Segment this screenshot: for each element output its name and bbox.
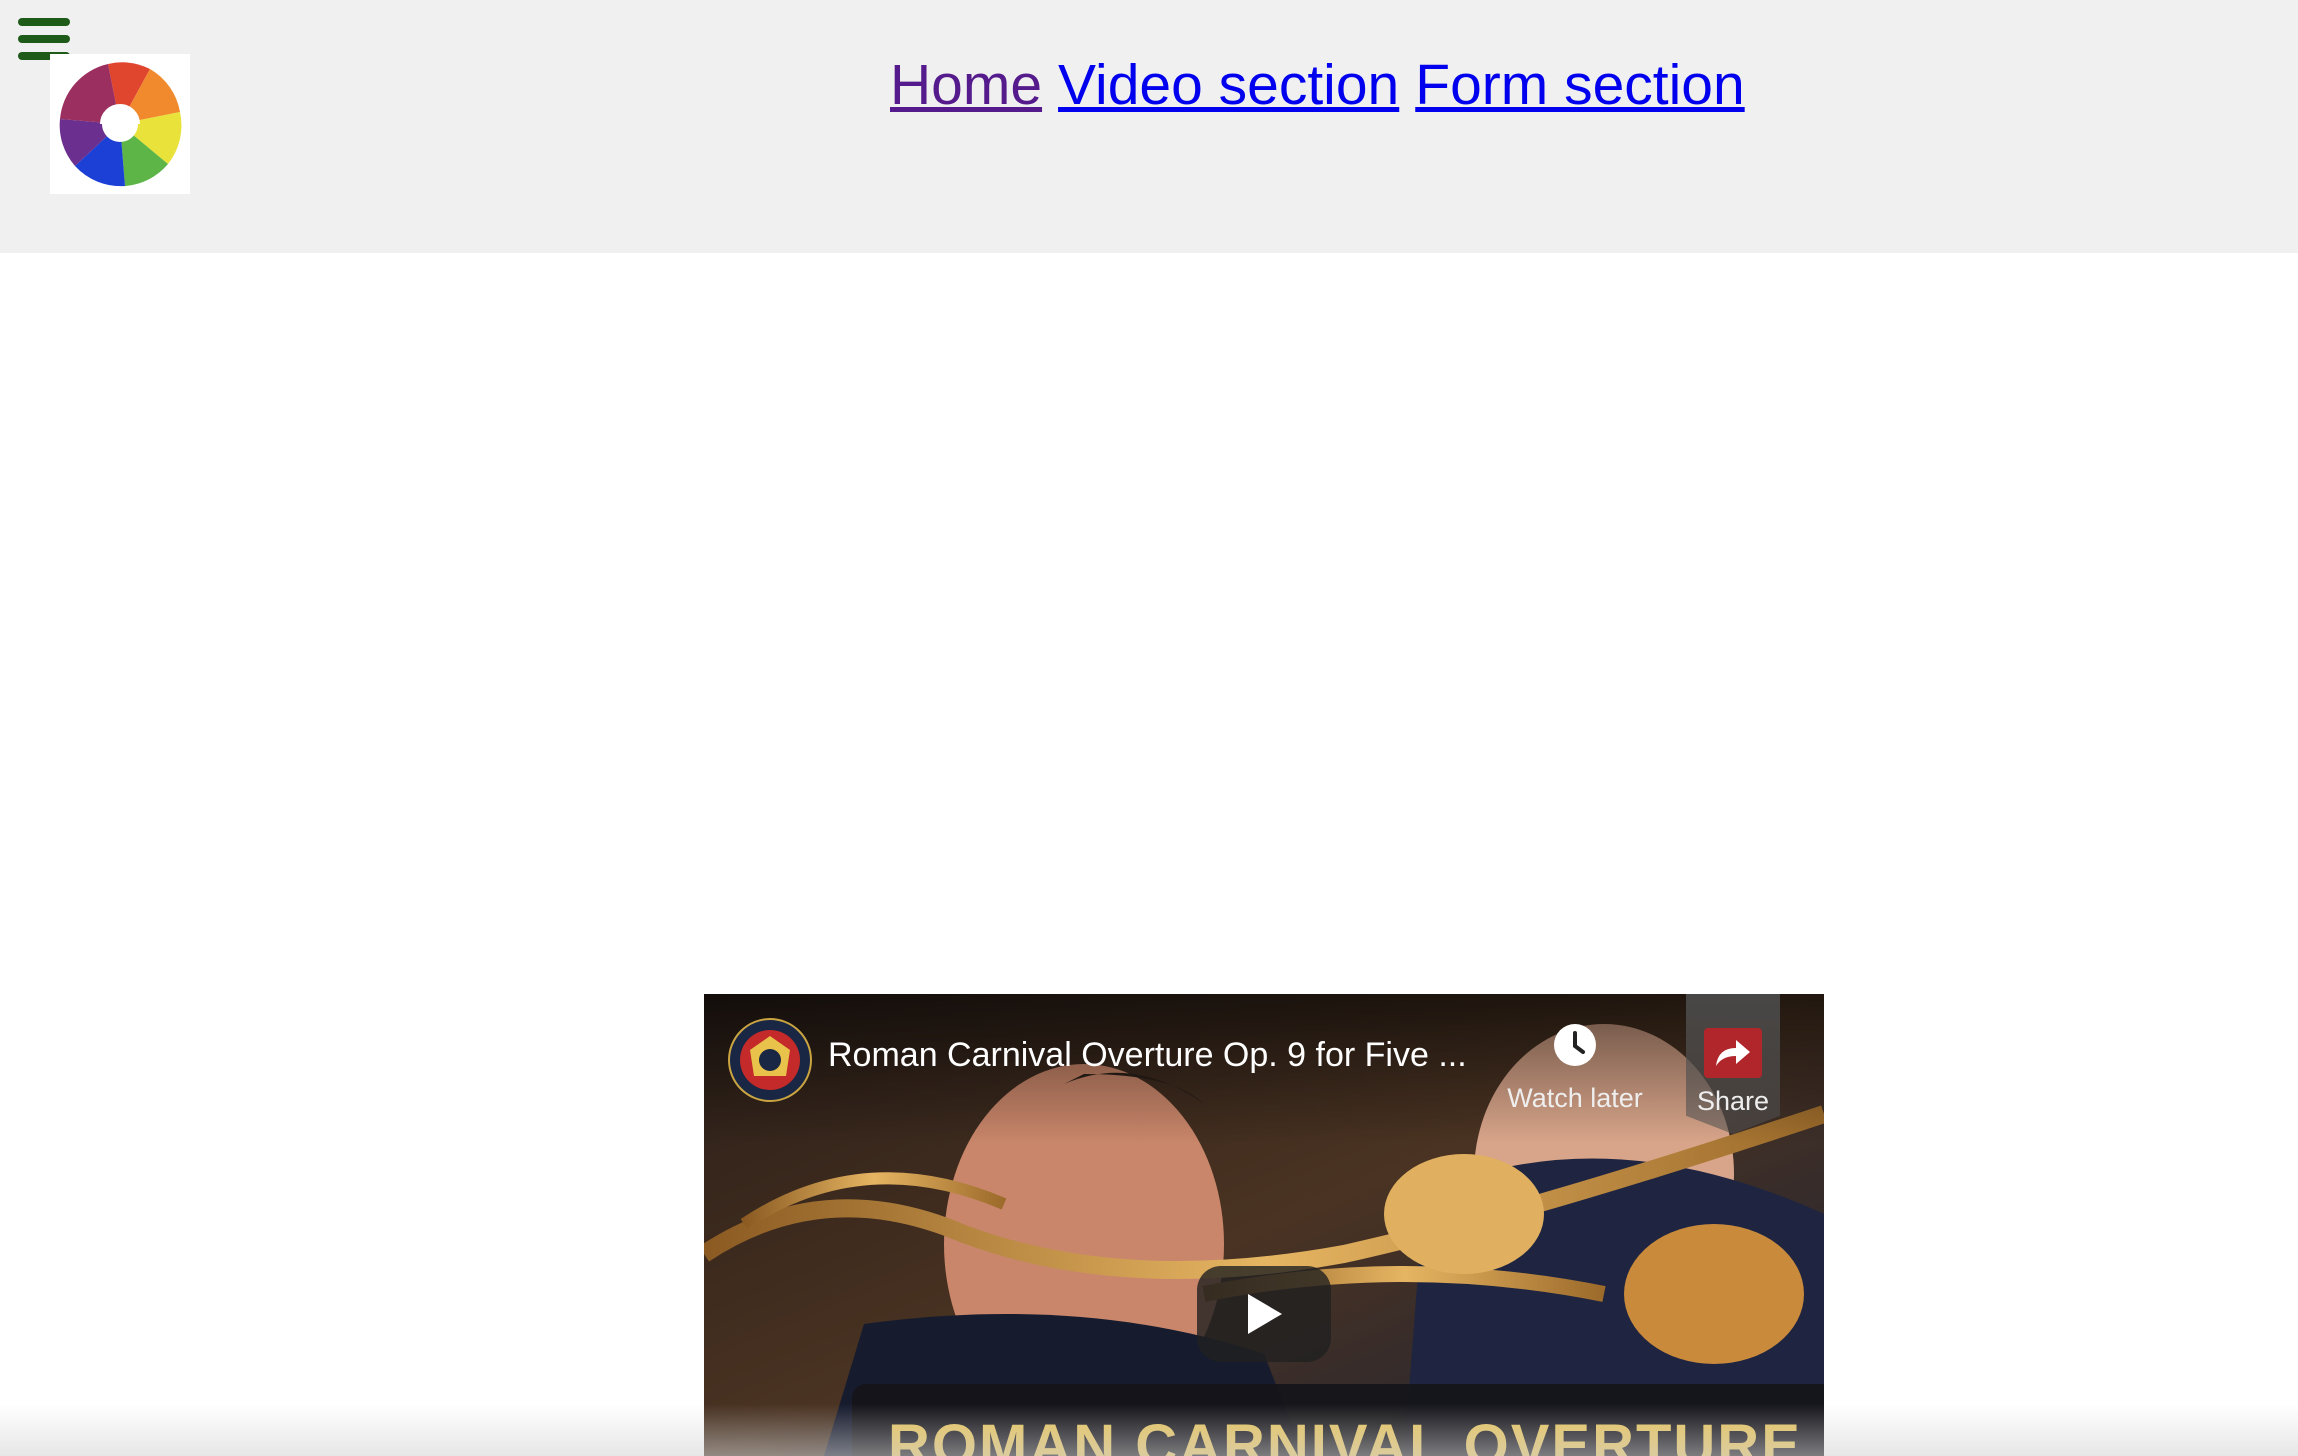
share-label: Share bbox=[1696, 1086, 1770, 1116]
nav-link-home[interactable]: Home bbox=[890, 52, 1042, 122]
video-title[interactable]: Roman Carnival Overture Op. 9 for Five .… bbox=[828, 1036, 1488, 1084]
channel-emblem-icon bbox=[740, 1030, 800, 1090]
nav-link-form-section[interactable]: Form section bbox=[1415, 52, 1744, 122]
play-icon bbox=[1248, 1294, 1282, 1334]
clock-icon bbox=[1554, 1024, 1596, 1066]
share-button[interactable]: Share bbox=[1686, 994, 1780, 1134]
site-logo[interactable] bbox=[50, 54, 190, 194]
play-button[interactable] bbox=[1197, 1266, 1331, 1362]
main-nav: Home Video section Form section bbox=[890, 52, 1745, 122]
menu-bar bbox=[18, 18, 70, 26]
embedded-video-player[interactable]: Roman Carnival Overture Op. 9 for Five .… bbox=[704, 994, 1824, 1456]
watch-later-button[interactable]: Watch later bbox=[1500, 1022, 1650, 1122]
menu-bar bbox=[18, 35, 70, 43]
nav-link-video-section[interactable]: Video section bbox=[1058, 52, 1399, 122]
share-arrow-icon bbox=[1704, 1028, 1762, 1078]
watch-later-label: Watch later bbox=[1507, 1083, 1643, 1113]
site-header: Home Video section Form section bbox=[0, 0, 2298, 253]
video-banner: ROMAN CARNIVAL OVERTURE bbox=[852, 1384, 1824, 1456]
rainbow-swirl-logo-icon bbox=[59, 62, 182, 187]
channel-avatar[interactable] bbox=[728, 1018, 812, 1102]
banner-title: ROMAN CARNIVAL OVERTURE bbox=[888, 1413, 1802, 1456]
